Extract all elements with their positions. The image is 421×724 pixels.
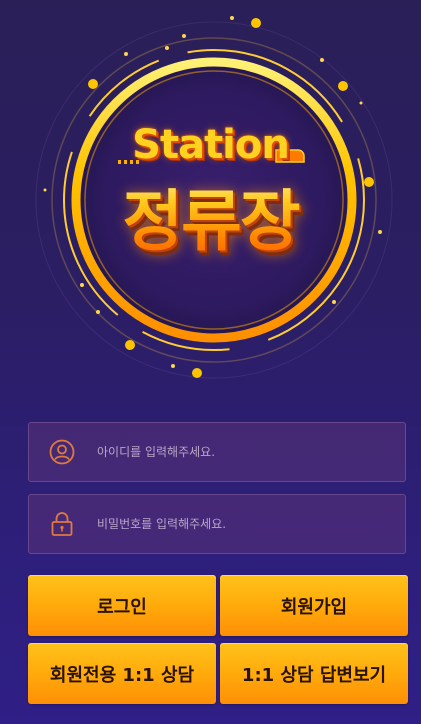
password-field[interactable] — [28, 494, 406, 554]
member-consult-button[interactable]: 회원전용 1:1 상담 — [28, 643, 216, 704]
logo-station-text: Station — [132, 122, 290, 168]
id-input[interactable] — [97, 423, 405, 481]
login-button[interactable]: 로그인 — [28, 575, 216, 636]
lock-icon — [48, 510, 76, 538]
password-input[interactable] — [97, 495, 405, 553]
id-field[interactable] — [28, 422, 406, 482]
signup-button[interactable]: 회원가입 — [220, 575, 408, 636]
logo-title-text: 정류장 — [0, 168, 421, 264]
consult-answers-button[interactable]: 1:1 상담 답변보기 — [220, 643, 408, 704]
user-circle-icon — [48, 438, 76, 466]
logo: Station 정류장 — [0, 0, 421, 400]
